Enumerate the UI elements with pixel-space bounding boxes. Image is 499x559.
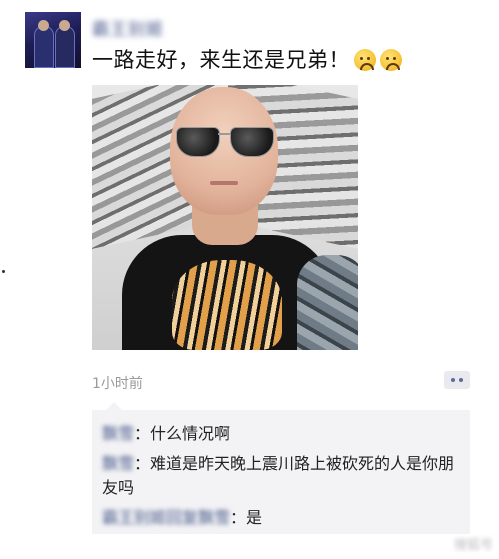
- post-text: 一路走好，来生还是兄弟！: [92, 44, 402, 74]
- post-text-content: 一路走好，来生还是兄弟！: [92, 48, 350, 72]
- comment-item[interactable]: 飘雪：什么情况啊: [102, 422, 462, 446]
- comments-panel: 飘雪：什么情况啊 飘雪：难道是昨天晚上震川路上被砍死的人是你朋友吗 霸王别姬回复…: [92, 402, 470, 534]
- comment-item[interactable]: 霸王别姬回复飘雪：是: [102, 506, 462, 530]
- avatar-figure: [34, 26, 54, 68]
- comment-colon: ：: [134, 454, 151, 473]
- avatar-figure: [55, 26, 75, 68]
- comment-author[interactable]: 飘雪: [102, 454, 134, 473]
- sunglasses: [176, 127, 274, 157]
- tiger-print: [172, 260, 282, 350]
- avatar-head: [59, 20, 70, 31]
- sad-face-icon: [354, 49, 376, 71]
- comment-item[interactable]: 飘雪：难道是昨天晚上震川路上被砍死的人是你朋友吗: [102, 452, 462, 500]
- comment-colon: ：: [134, 424, 151, 443]
- comment-text: 难道是昨天晚上震川路上被砍死的人是你朋友吗: [102, 454, 455, 497]
- post-timestamp: 1小时前: [92, 376, 143, 392]
- avatar[interactable]: [25, 12, 81, 68]
- sunglasses-lens: [230, 127, 274, 157]
- post-author-name[interactable]: 霸王别姬: [92, 15, 164, 40]
- post-photo[interactable]: [92, 85, 358, 350]
- sad-face-icon: [380, 49, 402, 71]
- comment-text: 什么情况啊: [150, 424, 231, 443]
- comment-author[interactable]: 霸王别姬回复飘雪: [102, 508, 230, 527]
- more-dot-icon: [459, 378, 463, 382]
- tattooed-arm: [297, 255, 358, 350]
- more-dot-icon: [451, 378, 455, 382]
- comment-text: 是: [246, 508, 263, 527]
- watermark: 搜狐号: [453, 538, 493, 553]
- comment-more-button[interactable]: [444, 371, 470, 389]
- avatar-head: [38, 20, 49, 31]
- mouth: [210, 181, 238, 185]
- sunglasses-lens: [176, 127, 220, 157]
- comment-author[interactable]: 飘雪: [102, 424, 134, 443]
- stray-dot: [2, 270, 5, 273]
- comment-colon: ：: [230, 508, 247, 527]
